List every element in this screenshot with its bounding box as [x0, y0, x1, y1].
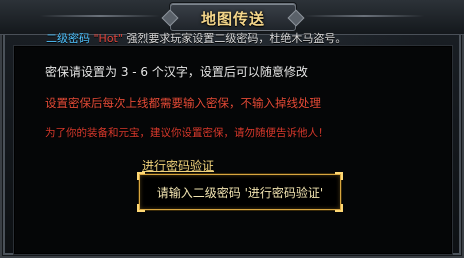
password-input-box[interactable]: 请输入二级密码 '进行密码验证': [137, 172, 343, 212]
notice-text: 强烈要求玩家设置二级密码，杜绝木马盗号。: [126, 32, 347, 45]
content-panel: 密保请设置为 3 - 6 个汉字，设置后可以随意修改 设置密保后每次上线都需要输…: [13, 45, 453, 255]
box-corner-top-right: [335, 172, 343, 180]
password-input-prompt: 请输入二级密码 '进行密码验证': [156, 186, 324, 200]
map-teleport-window: 地图传送 二级密码 "Hot" 强烈要求玩家设置二级密码，杜绝木马盗号。 密保请…: [0, 0, 464, 258]
security-notice: 二级密码 "Hot" 强烈要求玩家设置二级密码，杜绝木马盗号。: [46, 30, 346, 46]
box-corner-bottom-left: [137, 204, 145, 212]
title-plate: 地图传送: [170, 3, 296, 31]
box-corner-top-left: [137, 172, 145, 180]
password-length-hint: 密保请设置为 3 - 6 个汉字，设置后可以随意修改: [45, 65, 308, 79]
notice-hot-tag: "Hot": [93, 32, 123, 45]
title-decoration-left: [40, 15, 160, 17]
verify-password-link[interactable]: 进行密码验证: [142, 157, 214, 174]
box-corner-bottom-right: [335, 204, 343, 212]
security-advice: 为了你的装备和元宝，建议你设置密保，请勿随便告诉他人！: [45, 127, 329, 139]
login-requirement-warning: 设置密保后每次上线都需要输入密保，不输入掉线处理: [45, 96, 321, 110]
notice-secondary-password: 二级密码: [46, 32, 90, 45]
window-title: 地图传送: [200, 10, 265, 28]
title-decoration-right: [304, 15, 424, 17]
